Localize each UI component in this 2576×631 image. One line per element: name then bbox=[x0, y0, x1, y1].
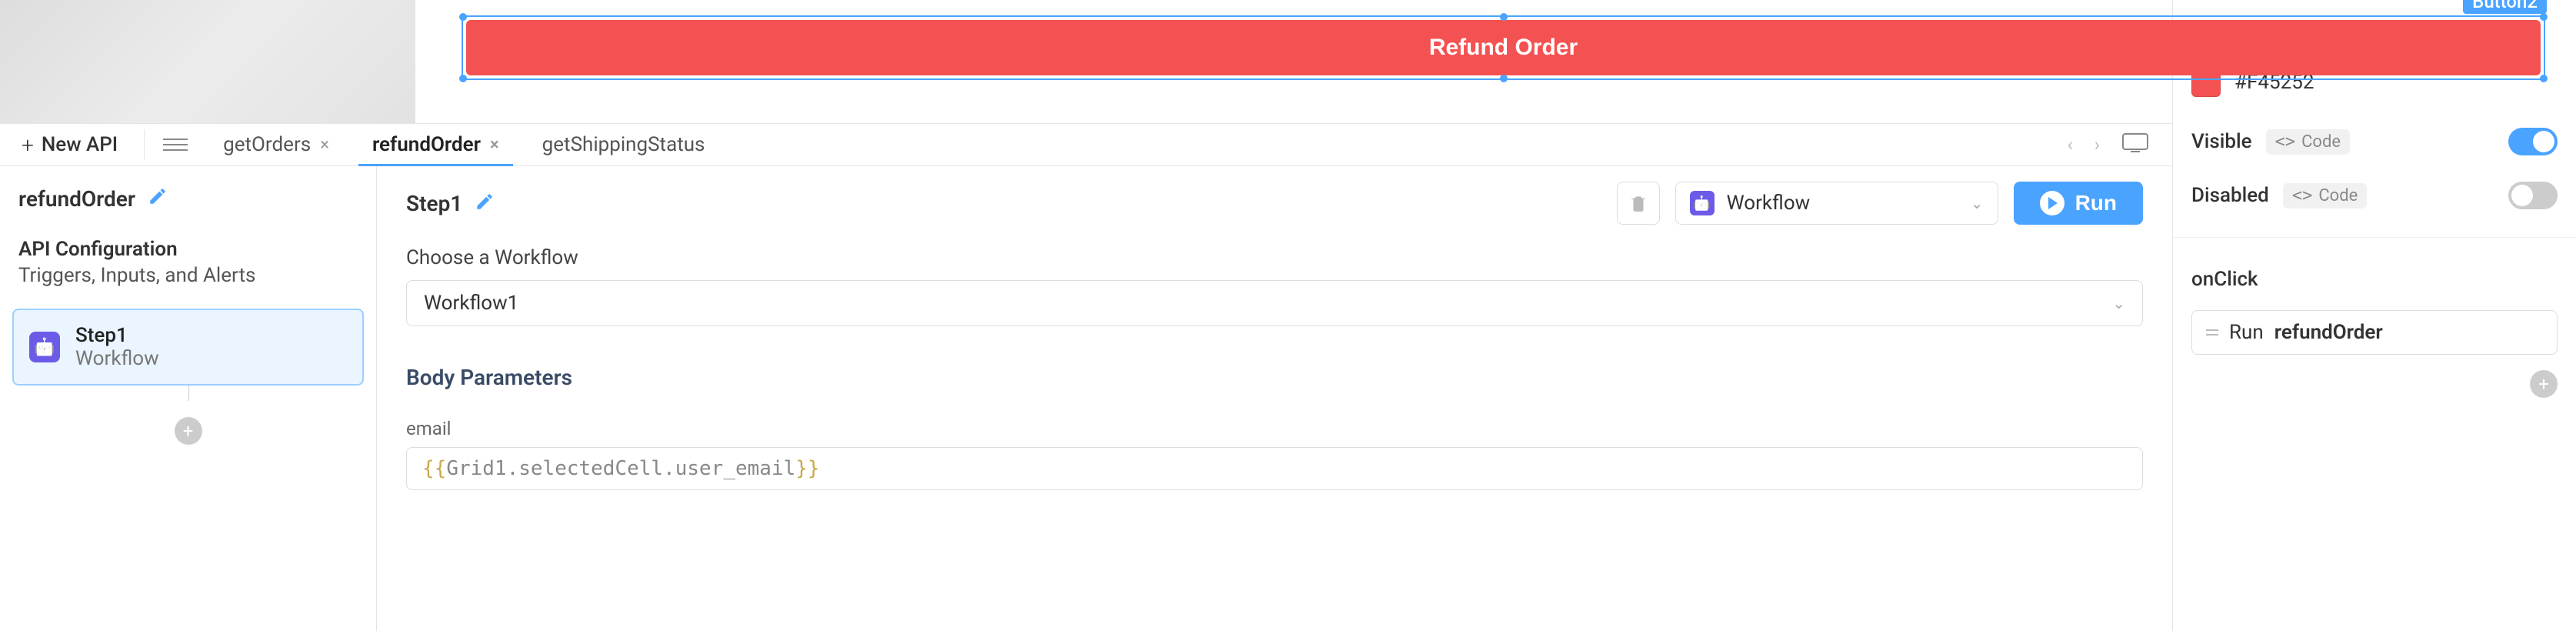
resize-handle[interactable] bbox=[459, 13, 467, 21]
resize-handle[interactable] bbox=[1500, 13, 1508, 21]
tabs-menu-icon[interactable] bbox=[163, 132, 188, 157]
tab-label: refundOrder bbox=[372, 133, 481, 156]
step-card[interactable]: Step1 Workflow bbox=[12, 309, 364, 386]
canvas-preview-row: Button2 Refund Order bbox=[0, 0, 2172, 123]
canvas-thumbnail bbox=[0, 0, 415, 123]
add-step-button[interactable]: + bbox=[175, 417, 202, 445]
new-api-label: New API bbox=[42, 133, 118, 156]
plus-icon: + bbox=[22, 132, 34, 158]
tab-refundorder[interactable]: refundOrder × bbox=[351, 124, 521, 165]
api-config-subtitle: Triggers, Inputs, and Alerts bbox=[18, 264, 358, 287]
edit-icon[interactable] bbox=[148, 186, 168, 212]
step-name: Step1 bbox=[75, 324, 159, 347]
new-api-button[interactable]: + New API bbox=[0, 132, 139, 158]
step-type: Workflow bbox=[75, 347, 159, 370]
tab-label: getShippingStatus bbox=[542, 133, 705, 156]
tab-getorders[interactable]: getOrders × bbox=[202, 124, 351, 165]
close-icon[interactable]: × bbox=[320, 135, 329, 155]
api-configuration-section[interactable]: API Configuration Triggers, Inputs, and … bbox=[12, 232, 364, 293]
api-name-title: refundOrder bbox=[18, 186, 135, 212]
api-config-title: API Configuration bbox=[18, 238, 358, 261]
divider bbox=[144, 129, 145, 160]
api-side-panel: refundOrder API Configuration Triggers, … bbox=[0, 166, 377, 631]
disabled-toggle[interactable] bbox=[2508, 182, 2558, 209]
close-icon[interactable]: × bbox=[490, 135, 499, 155]
workflow-icon bbox=[29, 332, 60, 362]
resize-handle[interactable] bbox=[1500, 75, 1508, 82]
selected-component-frame[interactable]: Button2 Refund Order bbox=[462, 15, 2172, 80]
tab-getshippingstatus[interactable]: getShippingStatus bbox=[521, 124, 727, 165]
refund-order-button[interactable]: Refund Order bbox=[466, 20, 2172, 75]
tab-label: getOrders bbox=[223, 133, 311, 156]
resize-handle[interactable] bbox=[459, 75, 467, 82]
visible-toggle[interactable] bbox=[2508, 128, 2558, 155]
